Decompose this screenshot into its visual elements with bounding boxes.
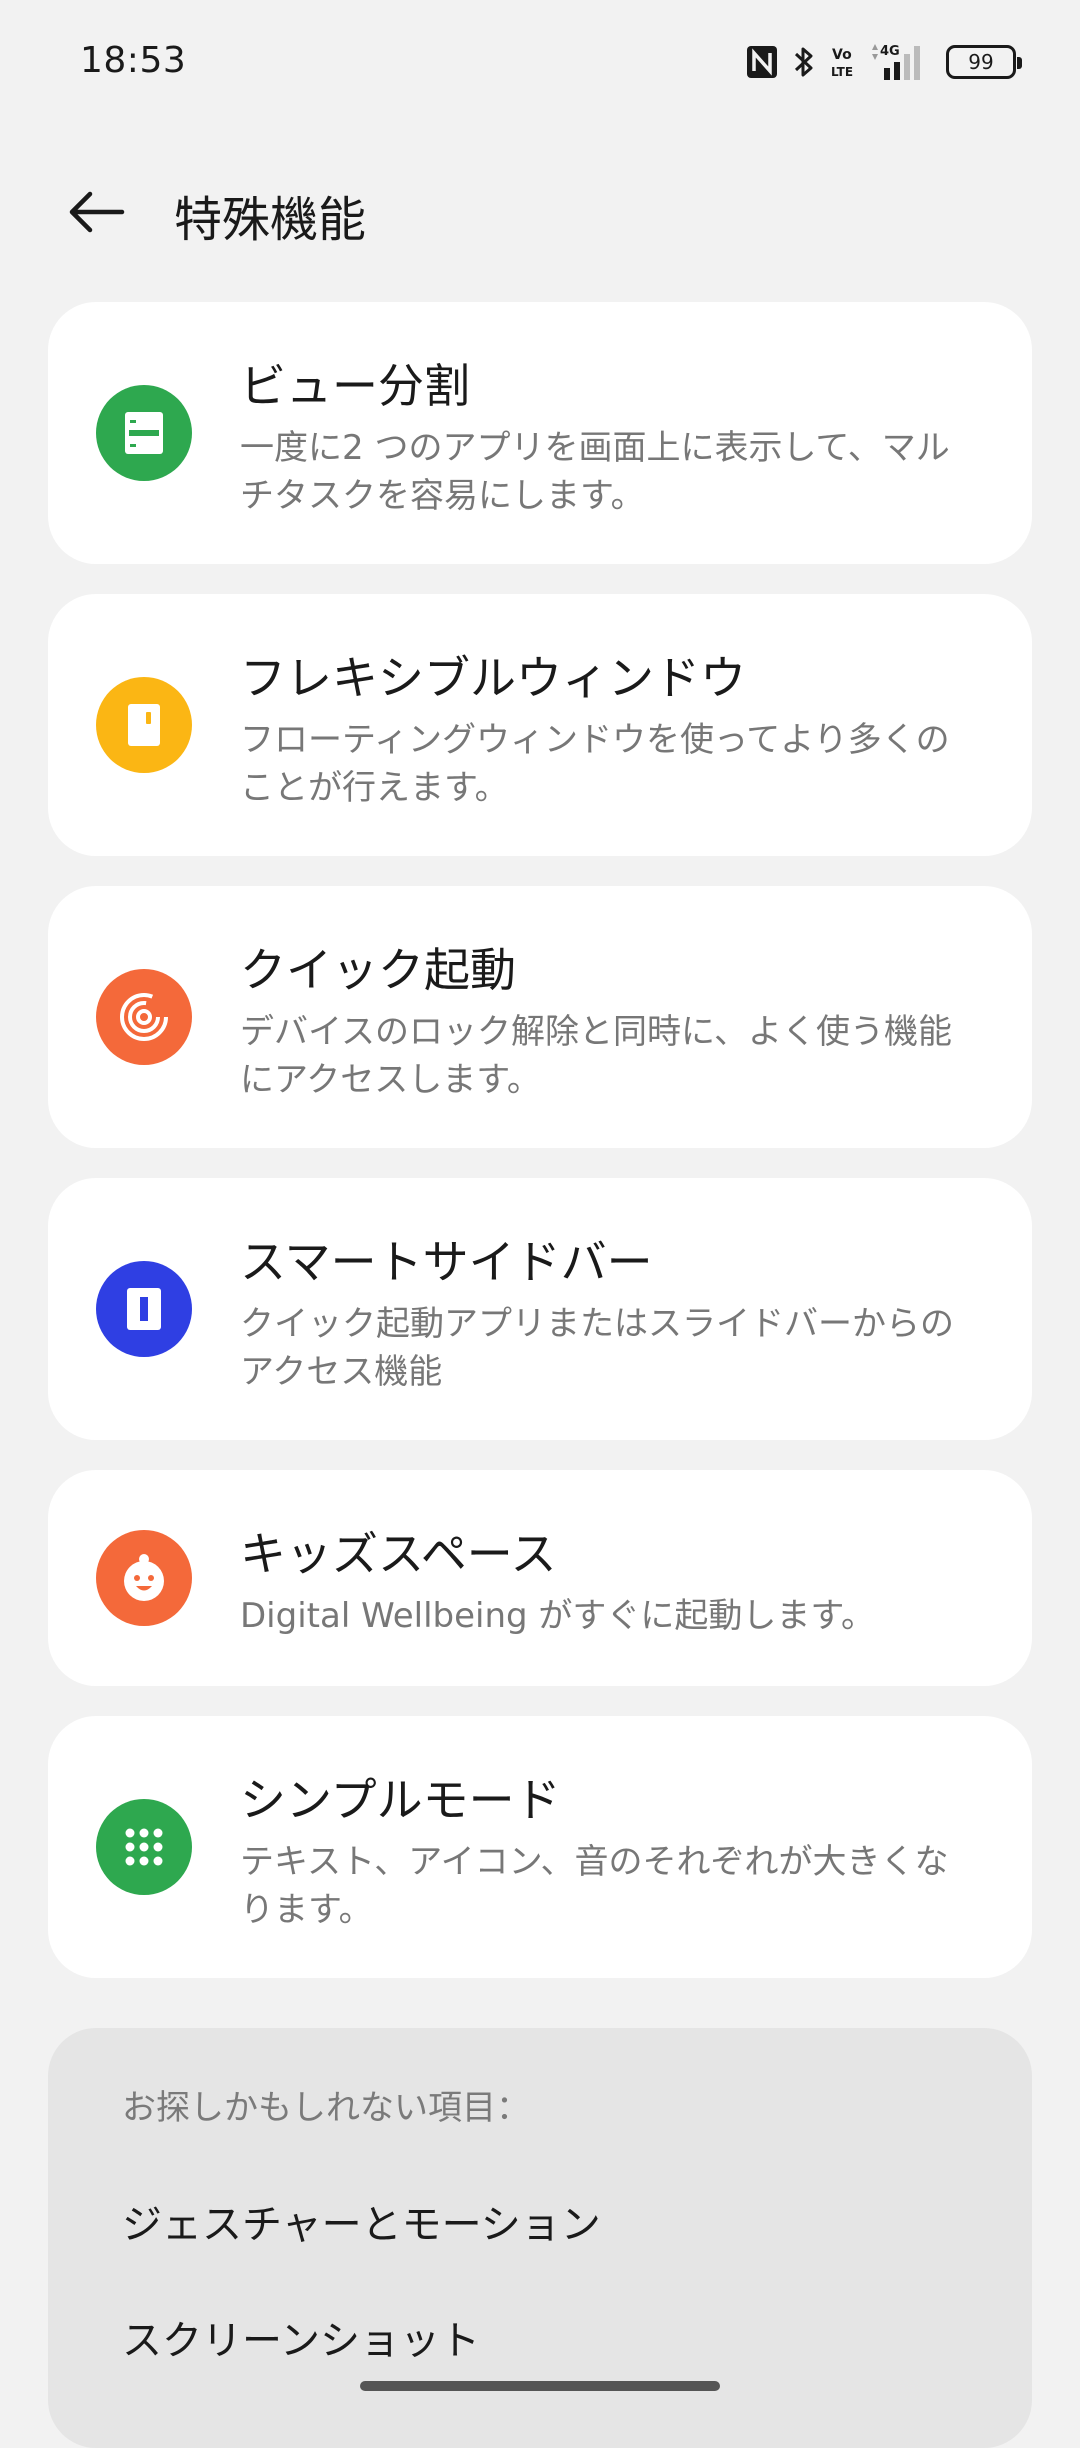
card-title: スマートサイドバー [240, 1235, 653, 1289]
card-description: デバイスのロック解除と同時に、よく使う機能にアクセスします。 [240, 1012, 952, 1100]
quick-launch-card[interactable]: クイック起動 デバイスのロック解除と同時に、よく使う機能にアクセスします。 [48, 886, 1032, 1148]
flexible-window-card[interactable]: フレキシブルウィンドウ フローティングウィンドウを使ってより多くのことが行えます… [48, 594, 1032, 856]
suggestion-item-screenshot[interactable]: スクリーンショット [122, 2308, 480, 2366]
smart-sidebar-card[interactable]: スマートサイドバー クイック起動アプリまたはスライドバーからのアクセス機能 [48, 1178, 1032, 1440]
simple-mode-card[interactable]: シンプルモード テキスト、アイコン、音のそれぞれが大きくなります。 [48, 1716, 1032, 1978]
volte-icon: Vo LTE [830, 44, 856, 80]
bluetooth-icon [792, 44, 816, 80]
fingerprint-icon [96, 969, 192, 1065]
svg-text:LTE: LTE [831, 65, 853, 79]
card-description: Digital Wellbeing がすぐに起動します。 [240, 1596, 875, 1636]
card-description: クイック起動アプリまたはスライドバーからのアクセス機能 [240, 1304, 954, 1392]
arrow-left-icon [69, 191, 125, 233]
nfc-icon [746, 45, 778, 79]
split-view-icon [96, 385, 192, 481]
status-time: 18:53 [80, 40, 187, 81]
svg-text:4G: 4G [880, 44, 900, 59]
page-title: 特殊機能 [174, 192, 367, 248]
card-description: フローティングウィンドウを使ってより多くのことが行えます。 [240, 720, 950, 808]
card-title: フレキシブルウィンドウ [240, 651, 746, 705]
grid-dots-icon [96, 1799, 192, 1895]
suggestion-item-gestures[interactable]: ジェスチャーとモーション [122, 2192, 601, 2250]
status-bar: 18:53 Vo LTE 4G 99 [0, 0, 1080, 124]
signal-icon: 4G [870, 42, 928, 82]
sidebar-icon [96, 1261, 192, 1357]
flexible-window-icon [96, 677, 192, 773]
home-indicator[interactable] [360, 2381, 720, 2391]
card-description: 一度に2 つのアプリを画面上に表示して、マルチタスクを容易にします。 [240, 428, 950, 516]
kid-face-icon [96, 1530, 192, 1626]
card-description: テキスト、アイコン、音のそれぞれが大きくなります。 [240, 1842, 949, 1930]
battery-icon: 99 [946, 45, 1022, 79]
card-title: ビュー分割 [240, 359, 470, 413]
card-title: クイック起動 [240, 943, 516, 997]
card-title: キッズスペース [240, 1527, 557, 1581]
suggestions-heading: お探しかもしれない項目： [122, 2088, 530, 2128]
split-view-card[interactable]: ビュー分割 一度に2 つのアプリを画面上に表示して、マルチタスクを容易にします。 [48, 302, 1032, 564]
back-button[interactable] [54, 176, 138, 248]
kids-space-card[interactable]: キッズスペース Digital Wellbeing がすぐに起動します。 [48, 1470, 1032, 1686]
status-icons: Vo LTE 4G 99 [746, 40, 1022, 84]
card-title: シンプルモード [240, 1773, 561, 1827]
svg-text:Vo: Vo [832, 47, 852, 63]
header: 特殊機能 [0, 150, 1080, 274]
